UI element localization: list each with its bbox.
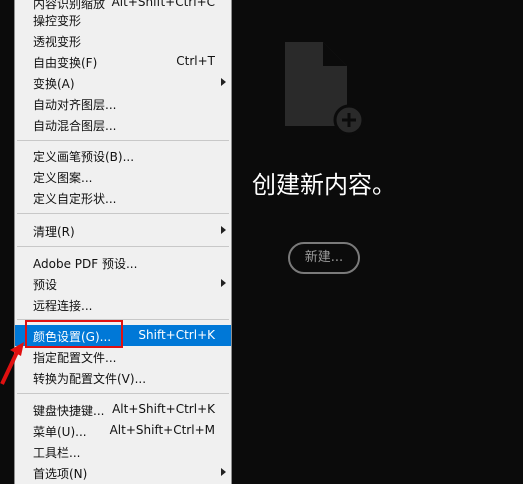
menu-item-purge[interactable]: 清理(R): [15, 220, 231, 241]
menu-item-label: 定义图案...: [33, 171, 93, 185]
menu-item-label: 清理(R): [33, 225, 75, 239]
menu-item-shortcut: Alt+Shift+Ctrl+K: [112, 402, 215, 416]
submenu-arrow-icon: [221, 78, 226, 86]
menu-item-label: 定义画笔预设(B)...: [33, 150, 135, 164]
menu-item-label: 远程连接...: [33, 299, 93, 313]
menu-item-label: 预设: [33, 278, 58, 292]
edit-menu: 内容识别缩放 Alt+Shift+Ctrl+C 操控变形 透视变形 自由变换(F…: [14, 0, 232, 484]
menu-separator: [17, 393, 229, 394]
menu-item-shortcut: Shift+Ctrl+K: [138, 328, 215, 342]
menu-separator: [17, 319, 229, 320]
menu-item-define-brush-preset[interactable]: 定义画笔预设(B)...: [15, 145, 231, 166]
menu-item-shortcut: Alt+Shift+Ctrl+C: [111, 0, 215, 9]
menu-item-assign-profile[interactable]: 指定配置文件...: [15, 346, 231, 367]
menu-item-label: Adobe PDF 预设...: [33, 257, 138, 271]
new-document-icon: [285, 42, 365, 136]
menu-item-transform[interactable]: 变换(A): [15, 72, 231, 93]
menu-item-label: 菜单(U)...: [33, 425, 87, 439]
menu-item-menus[interactable]: 菜单(U)... Alt+Shift+Ctrl+M: [15, 420, 231, 441]
menu-item-label: 自由变换(F): [33, 56, 98, 70]
menu-item-define-custom-shape[interactable]: 定义自定形状...: [15, 187, 231, 208]
menu-item-puppet-warp[interactable]: 操控变形: [15, 9, 231, 30]
menu-item-label: 转换为配置文件(V)...: [33, 372, 147, 386]
menu-separator: [17, 213, 229, 214]
menu-item-label: 首选项(N): [33, 467, 88, 481]
menu-item-label: 操控变形: [33, 14, 82, 28]
menu-item-label: 键盘快捷键...: [33, 404, 105, 418]
menu-item-auto-align-layers[interactable]: 自动对齐图层...: [15, 93, 231, 114]
menu-item-label: 变换(A): [33, 77, 75, 91]
annotation-arrow-icon: [0, 342, 24, 385]
start-headline: 创建新内容。: [252, 171, 396, 199]
menu-separator: [17, 246, 229, 247]
menu-item-convert-to-profile[interactable]: 转换为配置文件(V)...: [15, 367, 231, 388]
submenu-arrow-icon: [221, 226, 226, 234]
new-button[interactable]: 新建...: [288, 242, 360, 274]
menu-item-preferences[interactable]: 首选项(N): [15, 462, 231, 483]
menu-item-label: 指定配置文件...: [33, 351, 117, 365]
menu-item-perspective-warp[interactable]: 透视变形: [15, 30, 231, 51]
menu-item-label: 工具栏...: [33, 446, 81, 460]
menu-item-label: 自动混合图层...: [33, 119, 117, 133]
menu-item-color-settings[interactable]: 颜色设置(G)... Shift+Ctrl+K: [15, 325, 231, 346]
menu-separator: [17, 140, 229, 141]
menu-item-label: 透视变形: [33, 35, 82, 49]
menu-item-adobe-pdf-presets[interactable]: Adobe PDF 预设...: [15, 252, 231, 273]
menu-item-define-pattern[interactable]: 定义图案...: [15, 166, 231, 187]
menu-item-label: 定义自定形状...: [33, 192, 117, 206]
menu-item-label: 颜色设置(G)...: [33, 330, 112, 344]
submenu-arrow-icon: [221, 279, 226, 287]
menu-item-remote-connections[interactable]: 远程连接...: [15, 294, 231, 315]
menu-item-presets[interactable]: 预设: [15, 273, 231, 294]
menu-item-shortcut: Alt+Shift+Ctrl+M: [109, 423, 215, 437]
menu-item-auto-blend-layers[interactable]: 自动混合图层...: [15, 114, 231, 135]
menu-item-shortcut: Ctrl+T: [176, 54, 215, 68]
menu-item-label: 自动对齐图层...: [33, 98, 117, 112]
menu-item-keyboard-shortcuts[interactable]: 键盘快捷键... Alt+Shift+Ctrl+K: [15, 399, 231, 420]
submenu-arrow-icon: [221, 468, 226, 476]
menu-item-toolbar[interactable]: 工具栏...: [15, 441, 231, 462]
menu-item-free-transform[interactable]: 自由变换(F) Ctrl+T: [15, 51, 231, 72]
